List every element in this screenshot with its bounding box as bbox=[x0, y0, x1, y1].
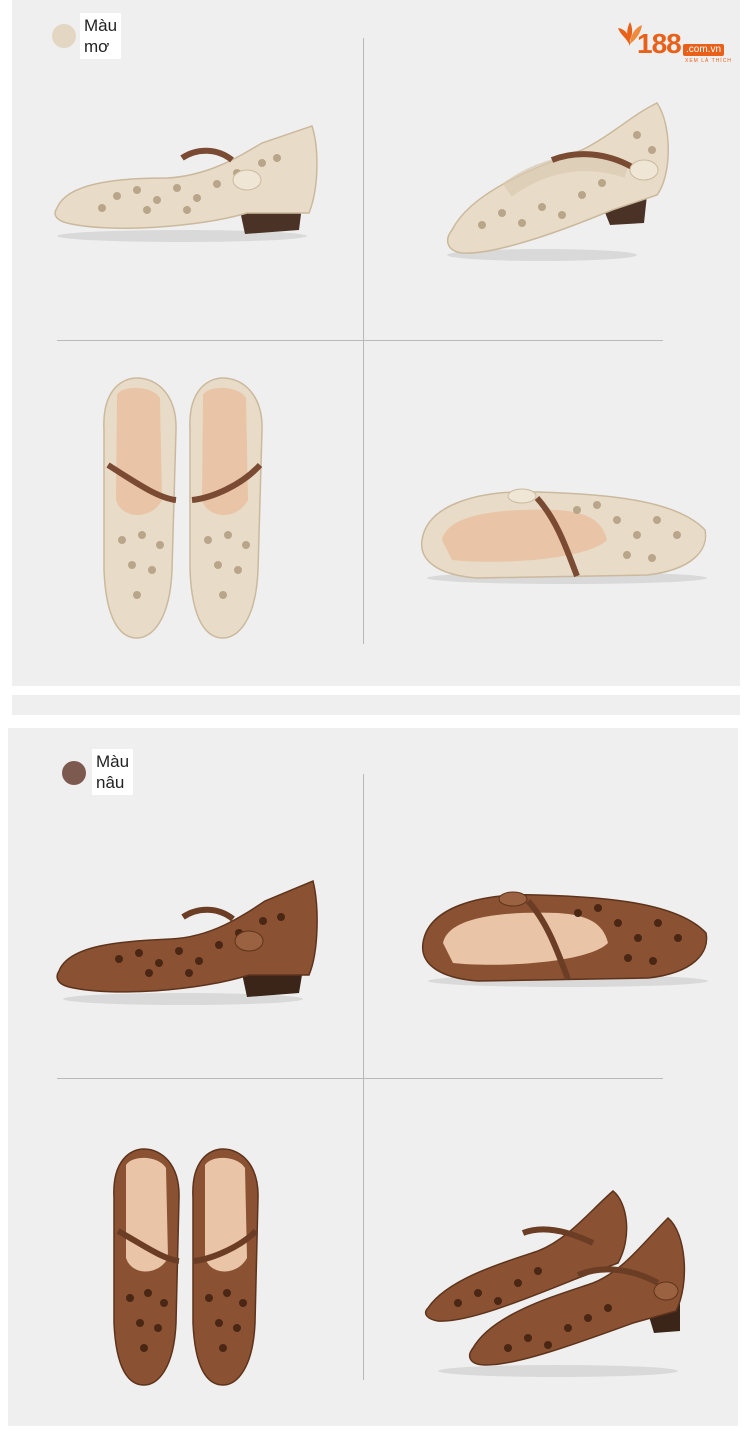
shoe-inside-view bbox=[421, 891, 708, 987]
swatch-dot bbox=[52, 24, 76, 48]
shoe-angle-view bbox=[446, 102, 669, 261]
shoe-top-view-pair bbox=[113, 1148, 259, 1386]
separator-strip bbox=[12, 695, 740, 715]
shoe-top-view-pair bbox=[103, 377, 263, 639]
brand-domain: .com.vn bbox=[683, 44, 725, 56]
color-swatch-brown[interactable] bbox=[62, 761, 86, 785]
shoe-pair-angle-view bbox=[425, 1190, 686, 1377]
brand-logo: 188 .com.vn XEM LÀ THÍCH bbox=[617, 22, 733, 68]
brown-variant-panel: Màu nâu bbox=[8, 728, 738, 1426]
apricot-variant-panel: Màu mơ 188 .com.vn XEM LÀ THÍCH bbox=[12, 0, 740, 686]
swatch-label-brown: Màu nâu bbox=[92, 749, 134, 795]
grid-divider-vertical bbox=[363, 774, 364, 1380]
brand-tagline: XEM LÀ THÍCH bbox=[685, 58, 732, 64]
swatch-label-apricot: Màu mơ bbox=[80, 13, 122, 59]
grid-divider-horizontal bbox=[57, 1078, 663, 1079]
swatch-dot bbox=[62, 761, 86, 785]
shoe-inside-view bbox=[420, 488, 707, 584]
color-swatch-apricot[interactable] bbox=[52, 24, 76, 48]
grid-divider-horizontal bbox=[57, 340, 663, 341]
brand-number: 188 bbox=[637, 28, 682, 59]
grid-divider-vertical bbox=[363, 38, 364, 644]
shoe-side-view bbox=[56, 879, 318, 1005]
shoe-side-view bbox=[54, 125, 318, 242]
